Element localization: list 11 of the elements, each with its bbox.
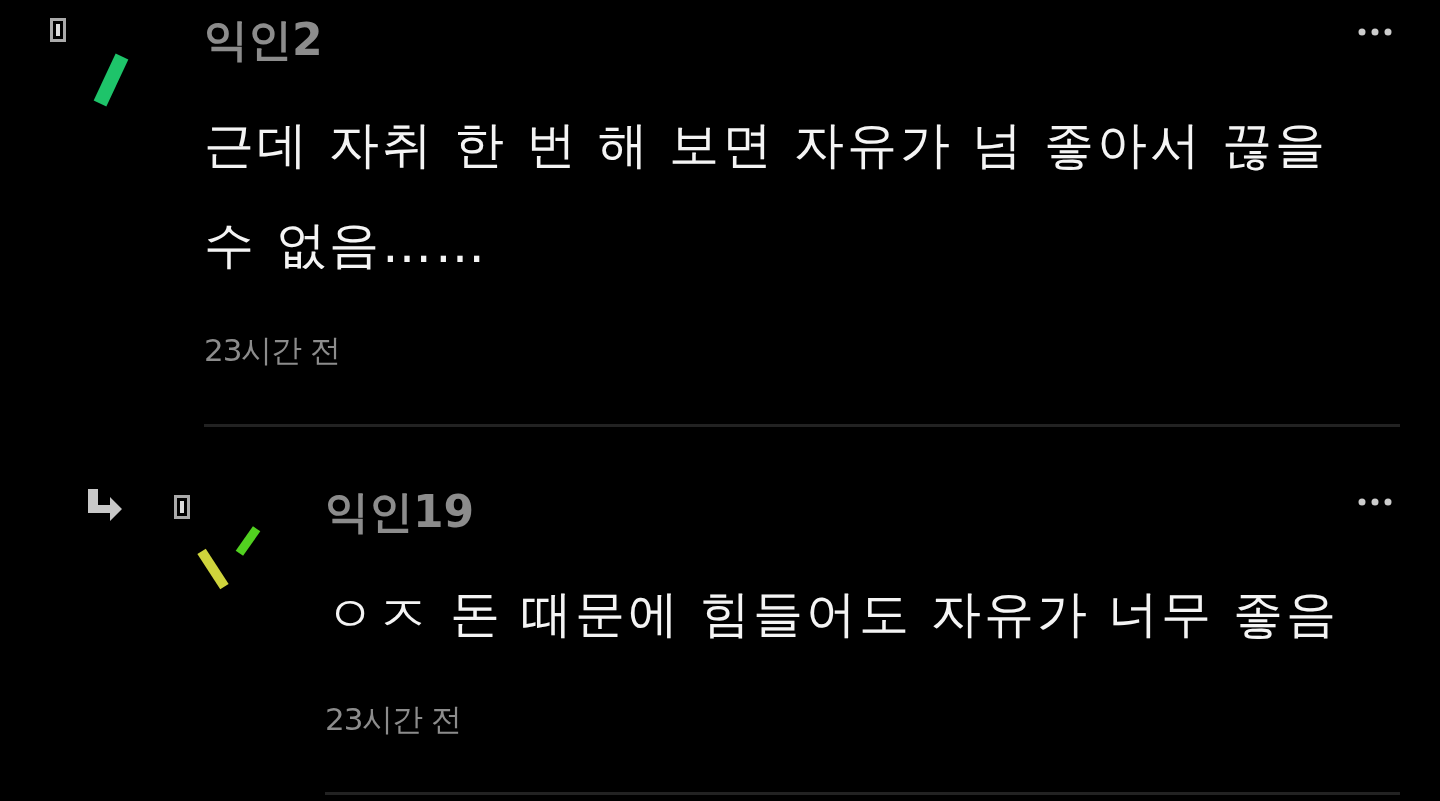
image-placeholder-icon <box>50 18 66 42</box>
image-placeholder-icon <box>174 495 190 519</box>
author-name: 익인19 <box>325 485 475 539</box>
comment-text: ㅇㅈ 돈 때문에 힘들어도 자유가 너무 좋음 <box>325 584 1341 645</box>
more-options-icon[interactable] <box>1358 497 1392 507</box>
comment-text: 근데 자취 한 번 해 보면 자유가 넘 좋아서 끊을 수 없음…… <box>204 115 1330 276</box>
author-name: 익인2 <box>204 13 323 67</box>
avatar-drawing <box>195 524 261 590</box>
timestamp: 23시간 전 <box>325 700 462 739</box>
more-options-icon[interactable] <box>1358 27 1392 37</box>
timestamp: 23시간 전 <box>204 331 341 370</box>
